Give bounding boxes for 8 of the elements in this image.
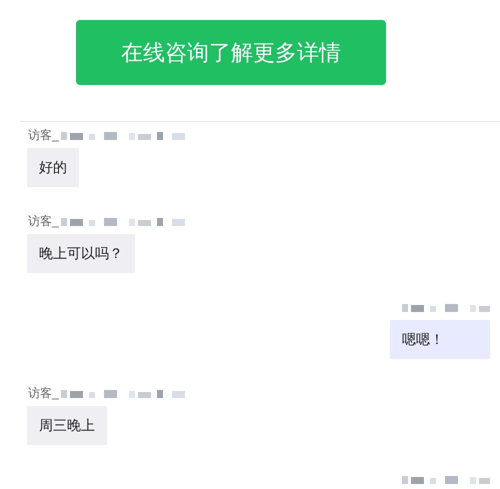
consult-button[interactable]: 在线咨询了解更多详情 [76, 20, 386, 85]
chat-bubble: 周三晚上 [27, 406, 107, 445]
sender-name: 访客_ [28, 214, 59, 228]
chat-bubble: 嗯嗯！ [390, 320, 490, 359]
chat-bubble: 好的 [27, 148, 79, 187]
sender-name: 访客_ [28, 128, 59, 142]
chat-bubble: 晚上可以吗？ [27, 234, 135, 273]
sender-name: 访客_ [28, 386, 59, 400]
